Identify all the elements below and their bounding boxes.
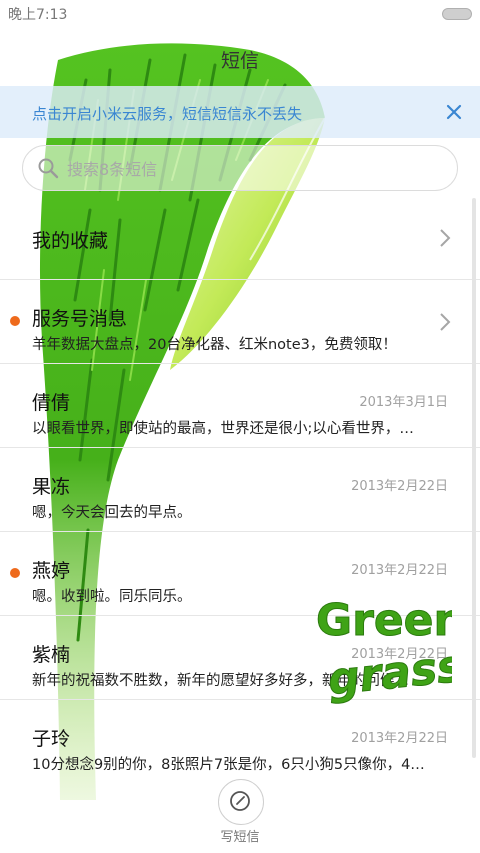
unread-dot (10, 568, 20, 578)
battery-icon (442, 8, 472, 20)
notice-text: 点击开启小米云服务，短信短信永不丢失 (32, 105, 303, 123)
conversation-title: 紫楠 (32, 644, 71, 666)
conversation-preview: 以眼看世界，即使站的最高，世界还是很小;以心看世界，… (32, 421, 414, 437)
close-icon[interactable] (444, 102, 464, 122)
conversation-title: 倩倩 (32, 392, 71, 414)
status-bar: 晚上7:13 (0, 0, 480, 28)
list-item[interactable]: 我的收藏 (0, 195, 480, 280)
watermark-line-2: grass (326, 641, 452, 706)
green-grass-watermark: Green grass (316, 595, 453, 707)
conversation-title: 子玲 (32, 728, 71, 750)
compose-button[interactable] (218, 779, 264, 825)
cloud-service-notice[interactable]: 点击开启小米云服务，短信短信永不丢失 (0, 86, 480, 138)
list-item[interactable]: 果冻 2013年2月22日 嗯，今天会回去的早点。 (0, 448, 480, 532)
chevron-right-icon (440, 313, 451, 331)
conversation-preview: 10分想念9别的你，8张照片7张是你，6只小狗5只像你，4… (32, 757, 425, 773)
conversation-title: 服务号消息 (32, 308, 128, 330)
conversation-date: 2013年2月22日 (351, 731, 448, 746)
unread-dot (10, 316, 20, 326)
compose-label: 写短信 (220, 830, 260, 845)
conversation-title: 燕婷 (32, 560, 71, 582)
conversation-title: 果冻 (32, 476, 71, 498)
conversation-date: 2013年3月1日 (359, 395, 448, 410)
chevron-right-icon (440, 229, 451, 247)
list-item[interactable]: 倩倩 2013年3月1日 以眼看世界，即使站的最高，世界还是很小;以心看世界，… (0, 364, 480, 448)
conversation-title: 我的收藏 (32, 230, 109, 252)
conversation-preview: 羊年数据大盘点，20台净化器、红米note3，免费领取！ (32, 337, 397, 353)
search-icon (38, 158, 59, 179)
app-screen: 晚上7:13 短信 点击开启小米云服务，短信短信永不丢失 我的收藏 服务号消息 … (0, 0, 480, 853)
conversation-preview: 嗯，今天会回去的早点。 (32, 505, 192, 521)
watermark-line-1: Green (316, 595, 452, 646)
status-time: 晚上7:13 (8, 7, 68, 23)
conversation-date: 2013年2月22日 (351, 563, 448, 578)
page-title: 短信 (220, 50, 259, 72)
search-input[interactable] (65, 156, 449, 182)
scrollbar[interactable] (472, 198, 476, 758)
list-item[interactable]: 服务号消息 羊年数据大盘点，20台净化器、红米note3，免费领取！ (0, 280, 480, 364)
search-box[interactable] (22, 145, 458, 191)
conversation-date: 2013年2月22日 (351, 479, 448, 494)
compose-icon (230, 791, 250, 811)
